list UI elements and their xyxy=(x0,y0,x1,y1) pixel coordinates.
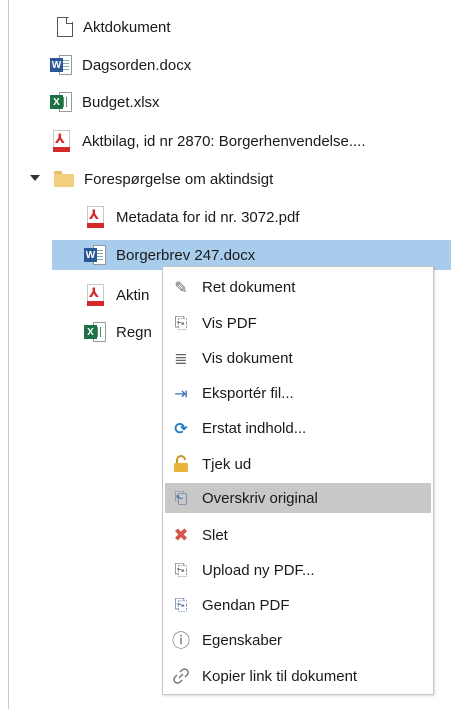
menu-item-eksporter-fil[interactable]: ⇥ Eksportér fil... xyxy=(165,378,431,408)
menu-item-vis-dokument[interactable]: ≣ Vis dokument xyxy=(165,343,431,373)
tree-item-label: Metadata for id nr. 3072.pdf xyxy=(116,208,300,226)
menu-item-label: Overskriv original xyxy=(202,489,318,507)
menu-item-label: Erstat indhold... xyxy=(202,419,307,437)
edit-document-icon: ✎ xyxy=(174,277,188,297)
menu-item-erstat-indhold[interactable]: ⟳ Erstat indhold... xyxy=(165,413,431,443)
tree-folder-foresporgelse[interactable]: Forespørgelse om aktindsigt xyxy=(0,165,451,193)
menu-item-label: Eksportér fil... xyxy=(202,384,294,402)
menu-item-label: Upload ny PDF... xyxy=(202,561,315,579)
tree-item-label: Aktin xyxy=(116,286,150,304)
excel-icon: X xyxy=(50,91,72,113)
pdf-icon: ⅄ xyxy=(84,284,106,306)
menu-item-slet[interactable]: ✖ Slet xyxy=(165,520,431,550)
overwrite-icon: ⎗ xyxy=(174,488,188,507)
menu-item-label: Gendan PDF xyxy=(202,596,290,614)
menu-item-label: Slet xyxy=(202,526,228,544)
view-document-icon: ≣ xyxy=(174,348,188,368)
tree-item-budget[interactable]: X Budget.xlsx xyxy=(50,88,160,116)
document-icon xyxy=(57,17,73,37)
info-icon: ⓘ xyxy=(172,631,190,652)
excel-icon: X xyxy=(84,321,106,343)
pdf-icon: ⅄ xyxy=(50,130,72,152)
menu-item-label: Vis dokument xyxy=(202,349,293,367)
menu-item-ret-dokument[interactable]: ✎ Ret dokument xyxy=(165,272,431,302)
link-icon xyxy=(170,665,192,687)
tree-item-aktbilag[interactable]: ⅄ Aktbilag, id nr 2870: Borgerhenvendels… xyxy=(50,127,366,155)
menu-item-label: Vis PDF xyxy=(202,314,257,332)
menu-item-vis-pdf[interactable]: ⎘ Vis PDF xyxy=(165,308,431,338)
expand-arrow-icon[interactable] xyxy=(30,175,40,181)
tree-item-regn[interactable]: X Regn xyxy=(84,318,152,346)
menu-item-label: Tjek ud xyxy=(202,455,252,473)
menu-item-overskriv-original[interactable]: ⎗ Overskriv original xyxy=(165,483,431,513)
restore-pdf-icon: ⎘ xyxy=(174,595,188,614)
tree-item-label: Forespørgelse om aktindsigt xyxy=(84,170,274,188)
menu-item-gendan-pdf[interactable]: ⎘ Gendan PDF xyxy=(165,590,431,620)
menu-item-label: Kopier link til dokument xyxy=(202,667,358,685)
menu-item-egenskaber[interactable]: ⓘ Egenskaber xyxy=(165,625,431,655)
pdf-icon: ⅄ xyxy=(84,206,106,228)
tree-item-aktdokument[interactable]: Aktdokument xyxy=(54,13,171,41)
menu-item-label: Ret dokument xyxy=(202,278,296,296)
tree-item-label: Aktdokument xyxy=(83,18,171,36)
menu-item-label: Egenskaber xyxy=(202,631,283,649)
folder-icon xyxy=(54,171,74,187)
tree-item-dagsorden[interactable]: W Dagsorden.docx xyxy=(50,51,191,79)
tree-item-label: Dagsorden.docx xyxy=(82,56,192,74)
word-icon: W xyxy=(50,54,72,76)
export-file-icon: ⇥ xyxy=(174,383,188,403)
refresh-icon: ⟳ xyxy=(174,418,188,438)
context-menu: ✎ Ret dokument ⎘ Vis PDF ≣ Vis dokument … xyxy=(162,266,434,695)
tree-item-metadata[interactable]: ⅄ Metadata for id nr. 3072.pdf xyxy=(84,203,299,231)
menu-item-kopier-link[interactable]: Kopier link til dokument xyxy=(165,661,431,691)
menu-item-tjek-ud[interactable]: Tjek ud xyxy=(165,449,431,479)
menu-item-upload-ny-pdf[interactable]: ⎘ Upload ny PDF... xyxy=(165,555,431,585)
delete-icon: ✖ xyxy=(173,524,189,546)
upload-pdf-icon: ⎘ xyxy=(174,560,188,579)
tree-item-label: Regn xyxy=(116,323,152,341)
tree-guide-line xyxy=(8,0,9,709)
tree-item-label: Aktbilag, id nr 2870: Borgerhenvendelse.… xyxy=(82,132,366,150)
tree-item-label: Budget.xlsx xyxy=(82,93,160,111)
tree-item-aktin[interactable]: ⅄ Aktin xyxy=(84,281,149,309)
lock-icon xyxy=(170,453,192,475)
pdf-outline-icon: ⎘ xyxy=(174,313,188,332)
word-icon: W xyxy=(84,244,106,266)
tree-item-label: Borgerbrev 247.docx xyxy=(116,246,256,264)
